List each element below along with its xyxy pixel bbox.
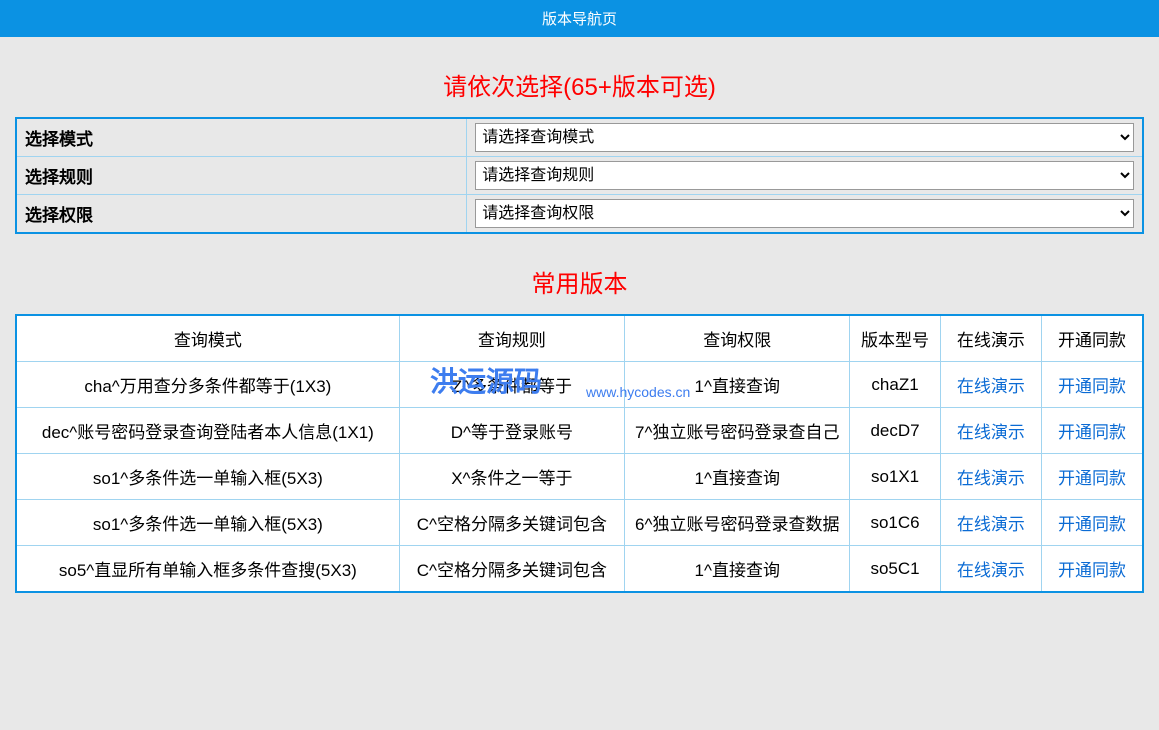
cell-mode: so1^多条件选一单输入框(5X3) <box>16 454 399 500</box>
cell-model: decD7 <box>850 408 940 454</box>
open-link[interactable]: 开通同款 <box>1058 469 1126 488</box>
cell-model: so1X1 <box>850 454 940 500</box>
cell-rule: D^等于登录账号 <box>399 408 624 454</box>
header-rule: 查询规则 <box>399 315 624 362</box>
common-version-table: 查询模式 查询规则 查询权限 版本型号 在线演示 开通同款 cha^万用查分多条… <box>15 314 1144 593</box>
table-header-row: 查询模式 查询规则 查询权限 版本型号 在线演示 开通同款 <box>16 315 1143 362</box>
select-label-mode: 选择模式 <box>16 118 467 157</box>
cell-model: so1C6 <box>850 500 940 546</box>
select-row-perm: 选择权限 请选择查询权限 <box>16 195 1143 234</box>
cell-mode: dec^账号密码登录查询登陆者本人信息(1X1) <box>16 408 399 454</box>
cell-model: so5C1 <box>850 546 940 593</box>
cell-perm: 7^独立账号密码登录查自己 <box>625 408 850 454</box>
cell-perm: 1^直接查询 <box>625 362 850 408</box>
demo-link[interactable]: 在线演示 <box>957 469 1025 488</box>
header-model: 版本型号 <box>850 315 940 362</box>
cell-mode: so1^多条件选一单输入框(5X3) <box>16 500 399 546</box>
select-row-mode: 选择模式 请选择查询模式 <box>16 118 1143 157</box>
select-perm-dropdown[interactable]: 请选择查询权限 <box>475 199 1134 228</box>
cell-rule: C^空格分隔多关键词包含 <box>399 500 624 546</box>
select-table: 选择模式 请选择查询模式 选择规则 请选择查询规则 选择权限 <box>15 117 1144 234</box>
cell-perm: 1^直接查询 <box>625 454 850 500</box>
table-row: so1^多条件选一单输入框(5X3) X^条件之一等于 1^直接查询 so1X1… <box>16 454 1143 500</box>
open-link[interactable]: 开通同款 <box>1058 515 1126 534</box>
page-title: 版本导航页 <box>542 11 617 28</box>
common-section-title: 常用版本 <box>15 264 1144 299</box>
select-rule-dropdown[interactable]: 请选择查询规则 <box>475 161 1134 190</box>
header-perm: 查询权限 <box>625 315 850 362</box>
header-open: 开通同款 <box>1042 315 1143 362</box>
cell-rule: X^条件之一等于 <box>399 454 624 500</box>
select-mode-dropdown[interactable]: 请选择查询模式 <box>475 123 1134 152</box>
select-label-perm: 选择权限 <box>16 195 467 234</box>
cell-rule: C^空格分隔多关键词包含 <box>399 546 624 593</box>
table-row: so5^直显所有单输入框多条件查搜(5X3) C^空格分隔多关键词包含 1^直接… <box>16 546 1143 593</box>
cell-rule: Z^多条件都等于 <box>399 362 624 408</box>
open-link[interactable]: 开通同款 <box>1058 377 1126 396</box>
table-row: so1^多条件选一单输入框(5X3) C^空格分隔多关键词包含 6^独立账号密码… <box>16 500 1143 546</box>
select-row-rule: 选择规则 请选择查询规则 <box>16 157 1143 195</box>
demo-link[interactable]: 在线演示 <box>957 423 1025 442</box>
open-link[interactable]: 开通同款 <box>1058 561 1126 580</box>
cell-mode: cha^万用查分多条件都等于(1X3) <box>16 362 399 408</box>
open-link[interactable]: 开通同款 <box>1058 423 1126 442</box>
page-header: 版本导航页 <box>0 0 1159 37</box>
header-mode: 查询模式 <box>16 315 399 362</box>
header-demo: 在线演示 <box>940 315 1041 362</box>
cell-model: chaZ1 <box>850 362 940 408</box>
select-label-rule: 选择规则 <box>16 157 467 195</box>
cell-perm: 1^直接查询 <box>625 546 850 593</box>
demo-link[interactable]: 在线演示 <box>957 377 1025 396</box>
demo-link[interactable]: 在线演示 <box>957 515 1025 534</box>
table-row: cha^万用查分多条件都等于(1X3) Z^多条件都等于 1^直接查询 chaZ… <box>16 362 1143 408</box>
demo-link[interactable]: 在线演示 <box>957 561 1025 580</box>
cell-perm: 6^独立账号密码登录查数据 <box>625 500 850 546</box>
select-section-title: 请依次选择(65+版本可选) <box>15 67 1144 102</box>
table-row: dec^账号密码登录查询登陆者本人信息(1X1) D^等于登录账号 7^独立账号… <box>16 408 1143 454</box>
cell-mode: so5^直显所有单输入框多条件查搜(5X3) <box>16 546 399 593</box>
